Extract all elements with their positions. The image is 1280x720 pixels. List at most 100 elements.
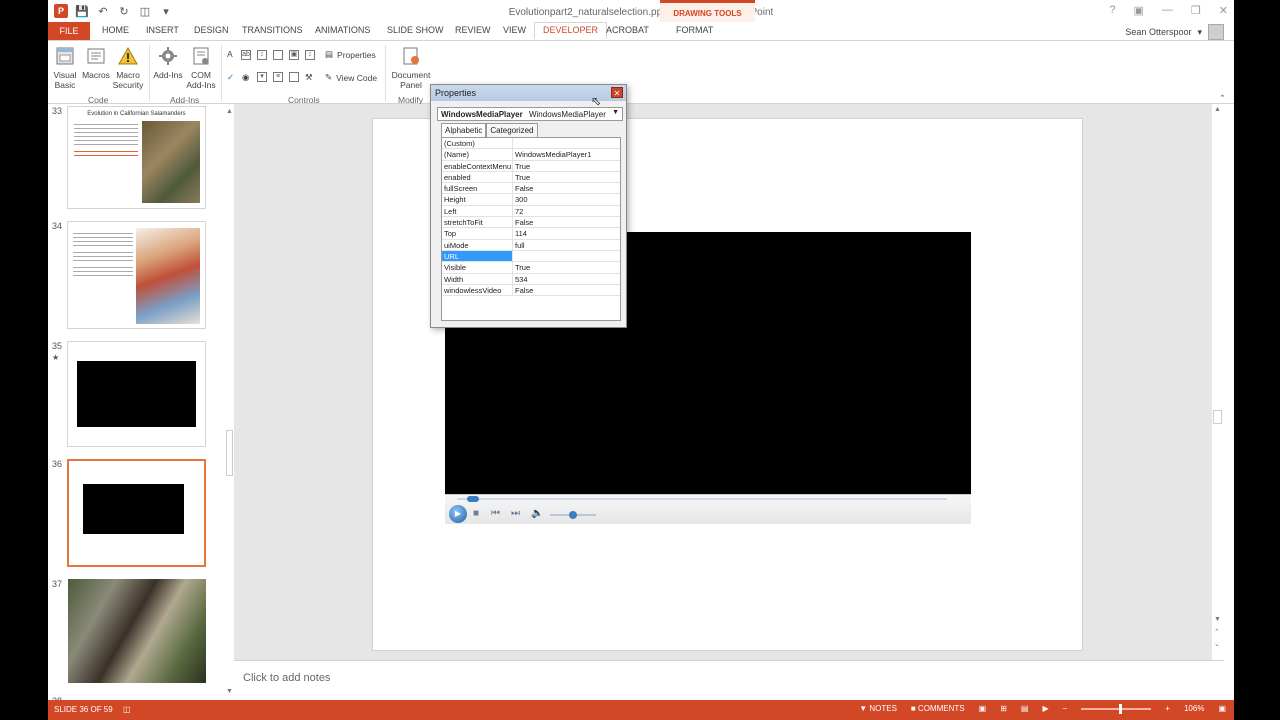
macros-button[interactable]: Macros [80, 45, 112, 80]
property-row[interactable]: fullScreen False [442, 183, 620, 195]
property-row[interactable]: (Custom) [442, 138, 620, 150]
notes-pane[interactable]: Click to add notes [234, 660, 1224, 700]
property-value[interactable]: 534 [513, 274, 620, 284]
volume-knob[interactable] [569, 511, 577, 519]
comments-toggle[interactable]: ■ COMMENTS [911, 704, 965, 713]
property-value[interactable]: False [513, 285, 620, 295]
property-value[interactable]: False [513, 183, 620, 193]
seek-knob[interactable] [466, 496, 479, 502]
collapse-ribbon-icon[interactable]: ⌃ [1219, 93, 1226, 104]
tab-home[interactable]: HOME [102, 25, 129, 35]
property-row[interactable]: (Name) WindowsMediaPlayer1 [442, 149, 620, 161]
close-icon[interactable]: ✕ [1219, 4, 1228, 17]
help-icon[interactable]: ? [1109, 4, 1115, 17]
property-value[interactable]: True [513, 262, 620, 272]
scroll-up-icon[interactable]: ▲ [1214, 106, 1221, 113]
slide-thumbnail-35[interactable] [67, 341, 206, 447]
zoom-in-icon[interactable]: + [1165, 704, 1170, 713]
property-row[interactable]: Left 72 [442, 205, 620, 218]
property-row[interactable]: enableContextMenu True [442, 160, 620, 172]
tab-format[interactable]: FORMAT [676, 25, 713, 35]
property-value[interactable] [513, 251, 620, 261]
property-row[interactable]: stretchToFit False [442, 217, 620, 229]
play-button[interactable]: ▶ [449, 505, 467, 523]
zoom-out-icon[interactable]: − [1063, 704, 1068, 713]
combobox-control-icon[interactable]: ▾ [257, 72, 267, 82]
property-value[interactable] [513, 138, 620, 148]
textbox-control-icon[interactable]: ab [241, 50, 251, 60]
tab-file[interactable]: FILE [48, 22, 90, 40]
stop-icon[interactable]: ■ [473, 508, 479, 519]
spell-check-icon[interactable]: ◫ [123, 705, 131, 714]
toggle-button-control-icon[interactable] [289, 72, 299, 82]
checkbox-control-icon[interactable]: ✓ [227, 72, 234, 83]
tab-transitions[interactable]: TRANSITIONS [242, 25, 303, 35]
zoom-slider[interactable] [1081, 703, 1152, 714]
property-value[interactable]: full [513, 240, 620, 250]
label-control-icon[interactable]: A [227, 49, 233, 59]
property-value[interactable]: False [513, 217, 620, 227]
minimize-icon[interactable]: — [1162, 4, 1173, 17]
fit-slide-icon[interactable]: ▣ [1218, 704, 1226, 713]
more-controls-icon[interactable]: ⚒ [305, 72, 313, 83]
property-row[interactable]: Visible True [442, 262, 620, 274]
tab-developer[interactable]: DEVELOPER [534, 22, 608, 39]
property-value[interactable]: 300 [513, 194, 620, 204]
spin-control-icon[interactable]: ↕ [257, 50, 267, 60]
property-row[interactable]: Height 300 [442, 194, 620, 206]
slide-scrollbar[interactable]: ▲ ▼ ⌃ ⌄ [1212, 104, 1224, 660]
object-selector[interactable]: WindowsMediaPlayer WindowsMediaPlayer ▼ [437, 107, 623, 121]
property-value[interactable]: 72 [513, 206, 620, 216]
zoom-knob[interactable] [1119, 703, 1123, 714]
user-account[interactable]: Sean Otterspoor ▾ [1125, 24, 1224, 40]
view-code-button[interactable]: ✎ View Code [325, 72, 377, 83]
scroll-up-icon[interactable]: ▲ [226, 108, 233, 115]
zoom-level[interactable]: 106% [1184, 704, 1204, 713]
seek-bar[interactable] [457, 496, 947, 502]
properties-button[interactable]: ▤ Properties [325, 49, 376, 60]
property-row[interactable]: uiMode full [442, 239, 620, 251]
next-slide-icon[interactable]: ⌄ [1214, 640, 1220, 648]
normal-view-icon[interactable]: ▣ [979, 704, 987, 713]
listbox-control-icon[interactable]: ≡ [273, 72, 283, 82]
image-control-icon[interactable]: ▣ [289, 50, 299, 60]
scroll-down-icon[interactable]: ▼ [226, 688, 233, 695]
tab-acrobat[interactable]: ACROBAT [606, 25, 649, 35]
previous-icon[interactable]: ⏮ [491, 508, 500, 519]
visual-basic-button[interactable]: Visual Basic [52, 45, 78, 90]
ribbon-display-icon[interactable]: ▣ [1134, 4, 1144, 17]
scrollbar-thumb[interactable] [226, 430, 233, 476]
slide-show-icon[interactable]: ▶ [1042, 704, 1048, 713]
option-button-control-icon[interactable]: ◉ [242, 72, 249, 83]
volume-icon[interactable]: 🔈 [531, 508, 543, 519]
macro-security-button[interactable]: Macro Security [112, 45, 144, 90]
notes-toggle[interactable]: ▼ NOTES [859, 704, 897, 713]
slide-sorter-icon[interactable]: ⊞ [1000, 704, 1007, 713]
tab-categorized[interactable]: Categorized [486, 123, 538, 137]
thumbnails-scrollbar[interactable]: ▲ ▼ [224, 104, 234, 700]
add-ins-button[interactable]: Add-Ins [152, 45, 184, 80]
scrollbar-thumb[interactable] [1213, 410, 1222, 424]
tab-alphabetic[interactable]: Alphabetic [441, 123, 487, 137]
property-value[interactable]: 114 [513, 228, 620, 238]
scrollbar-control-icon[interactable]: ↕ [305, 50, 315, 60]
volume-slider[interactable] [550, 511, 596, 519]
slide-thumbnail-34[interactable] [67, 221, 206, 329]
property-row[interactable]: windowlessVideo False [442, 284, 620, 297]
command-button-control-icon[interactable] [273, 50, 283, 60]
property-value[interactable]: True [513, 172, 620, 182]
slide-thumbnail-36[interactable] [67, 459, 206, 567]
slide-thumbnail-33[interactable]: Evolution in Californian Salamanders [67, 106, 206, 209]
restore-icon[interactable]: ❐ [1191, 4, 1201, 17]
close-icon[interactable]: ✕ [611, 87, 623, 98]
document-panel-button[interactable]: Document Panel [388, 45, 434, 90]
reading-view-icon[interactable]: ▤ [1021, 704, 1029, 713]
scroll-down-icon[interactable]: ▼ [1214, 616, 1221, 623]
tab-animations[interactable]: ANIMATIONS [315, 25, 370, 35]
tab-view[interactable]: VIEW [503, 25, 526, 35]
tab-design[interactable]: DESIGN [194, 25, 229, 35]
property-row[interactable]: Top 114 [442, 228, 620, 240]
tab-slide-show[interactable]: SLIDE SHOW [387, 25, 444, 35]
tab-review[interactable]: REVIEW [455, 25, 491, 35]
com-add-ins-button[interactable]: COM Add-Ins [184, 45, 218, 90]
